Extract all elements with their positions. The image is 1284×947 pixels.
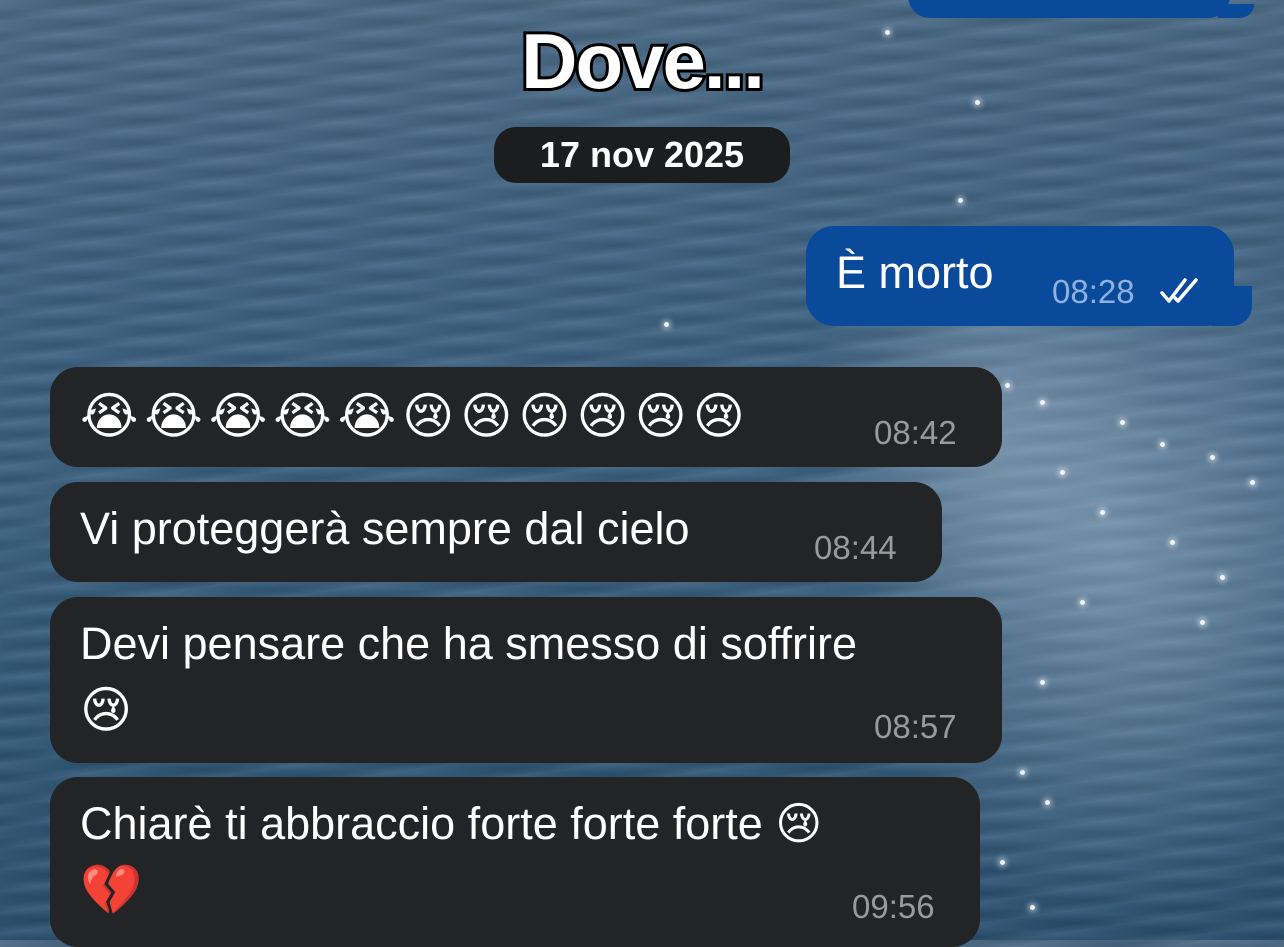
message-text: È morto (836, 247, 994, 298)
chat-title[interactable]: Dove... (0, 14, 1284, 108)
message-text-line-2: 💔 (80, 861, 143, 919)
message-timestamp: 08:42 (874, 414, 957, 451)
message-text: Vi proteggerà sempre dal cielo (80, 503, 690, 554)
date-separator: 17 nov 2025 (494, 127, 790, 183)
message-bubble-incoming[interactable]: Vi proteggerà sempre dal cielo 08:44 (50, 482, 942, 582)
message-timestamp: 09:56 (852, 888, 935, 925)
message-text: 😭😭😭😭😭😢😢😢😢😢😢 (80, 387, 751, 445)
message-timestamp: 08:44 (814, 529, 897, 566)
message-bubble-outgoing[interactable]: È morto 08:28 (806, 226, 1234, 326)
outgoing-bubble-tail (1212, 286, 1252, 326)
message-timestamp: 08:57 (874, 708, 957, 745)
message-bubble-incoming[interactable]: Devi pensare che ha smesso di soffrire 😢… (50, 597, 1002, 763)
read-double-check-icon (1160, 278, 1198, 303)
message-text-line-2: 😢 (80, 681, 133, 739)
message-bubble-incoming[interactable]: Chiarè ti abbraccio forte forte forte 😢 … (50, 777, 980, 947)
message-timestamp: 08:28 (1052, 273, 1135, 310)
message-text-line-1: Devi pensare che ha smesso di soffrire (80, 618, 858, 669)
message-text-line-1: Chiarè ti abbraccio forte forte forte 😢 (80, 798, 823, 849)
message-bubble-incoming[interactable]: 😭😭😭😭😭😢😢😢😢😢😢 08:42 (50, 367, 1002, 467)
